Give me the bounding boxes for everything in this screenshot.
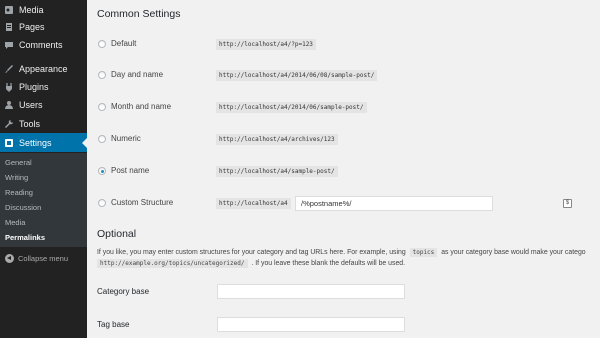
radio-numeric[interactable] — [98, 135, 106, 143]
submenu-item-reading[interactable]: Reading — [5, 188, 33, 197]
option-label-post-name: Post name — [111, 166, 150, 175]
admin-sidebar: Media Pages Comments Appearance Plugins … — [0, 0, 87, 338]
collapse-menu-button[interactable]: Collapse menu — [0, 251, 87, 265]
sidebar-item-label: Users — [19, 99, 43, 110]
example-url-default: http://localhost/a4/?p=123 — [216, 39, 316, 50]
radio-month-and-name[interactable] — [98, 103, 106, 111]
tools-icon — [4, 119, 14, 129]
submenu-item-general[interactable]: General — [5, 158, 32, 167]
sidebar-item-pages[interactable]: Pages — [0, 17, 87, 36]
sidebar-item-comments[interactable]: Comments — [0, 35, 87, 54]
comments-icon — [4, 40, 14, 50]
settings-submenu: General Writing Reading Discussion Media… — [0, 153, 87, 247]
sidebar-item-label: Media — [19, 4, 44, 15]
optional-text: If you like, you may enter custom struct… — [97, 249, 406, 256]
common-settings-heading: Common Settings — [97, 8, 181, 20]
sidebar-item-label: Tools — [19, 118, 41, 129]
sidebar-item-settings[interactable]: Settings — [0, 133, 87, 152]
optional-text: as your category base would make your ca… — [441, 249, 586, 256]
example-url-post-name: http://localhost/a4/sample-post/ — [216, 166, 338, 177]
custom-structure-prefix: http://localhost/a4 — [216, 198, 291, 209]
code-topics: topics — [409, 248, 438, 257]
custom-structure-input[interactable]: /%postname%/ — [295, 196, 493, 211]
sidebar-item-label: Pages — [19, 21, 45, 32]
sidebar-item-tools[interactable]: Tools — [0, 114, 87, 133]
submenu-item-media[interactable]: Media — [5, 218, 25, 227]
appearance-icon — [4, 64, 14, 74]
example-url-month-and-name: http://localhost/a4/2014/06/sample-post/ — [216, 102, 367, 113]
option-label-default: Default — [111, 39, 137, 48]
submenu-item-permalinks[interactable]: Permalinks — [5, 233, 45, 242]
sidebar-item-label: Comments — [19, 39, 63, 50]
option-label-day-and-name: Day and name — [111, 70, 164, 79]
radio-day-and-name[interactable] — [98, 71, 106, 79]
tag-base-input[interactable] — [217, 317, 405, 332]
category-base-label: Category base — [97, 287, 150, 296]
option-label-numeric: Numeric — [111, 134, 141, 143]
example-url-numeric: http://localhost/a4/archives/123 — [216, 134, 338, 145]
users-icon — [4, 100, 14, 110]
submenu-item-discussion[interactable]: Discussion — [5, 203, 41, 212]
plugins-icon — [4, 82, 14, 92]
option-label-custom-structure: Custom Structure — [111, 198, 174, 207]
option-label-month-and-name: Month and name — [111, 102, 172, 111]
sidebar-item-label: Appearance — [19, 63, 68, 74]
collapse-icon — [5, 253, 14, 263]
optional-text: . If you leave these blank the defaults … — [251, 260, 406, 267]
sidebar-item-label: Plugins — [19, 81, 49, 92]
sidebar-item-users[interactable]: Users — [0, 95, 87, 114]
radio-custom-structure[interactable] — [98, 199, 106, 207]
submenu-item-writing[interactable]: Writing — [5, 173, 28, 182]
tag-base-label: Tag base — [97, 320, 130, 329]
collapse-menu-label: Collapse menu — [18, 253, 69, 263]
radio-post-name[interactable] — [98, 167, 106, 175]
optional-description-line-2: http://example.org/topics/uncategorized/… — [97, 259, 406, 268]
sidebar-item-plugins[interactable]: Plugins — [0, 77, 87, 96]
code-example-url: http://example.org/topics/uncategorized/ — [97, 259, 248, 268]
settings-icon — [4, 138, 14, 148]
available-tags-icon[interactable]: $ — [563, 199, 572, 208]
category-base-input[interactable] — [217, 284, 405, 299]
optional-description-line-1: If you like, you may enter custom struct… — [97, 248, 586, 257]
example-url-day-and-name: http://localhost/a4/2014/06/08/sample-po… — [216, 70, 378, 81]
media-icon — [4, 5, 14, 15]
pages-icon — [4, 22, 14, 32]
radio-default[interactable] — [98, 40, 106, 48]
sidebar-item-label: Settings — [19, 137, 52, 148]
sidebar-item-appearance[interactable]: Appearance — [0, 59, 87, 78]
permalink-settings-content: Common Settings Default http://localhost… — [87, 0, 600, 338]
optional-heading: Optional — [97, 228, 137, 240]
